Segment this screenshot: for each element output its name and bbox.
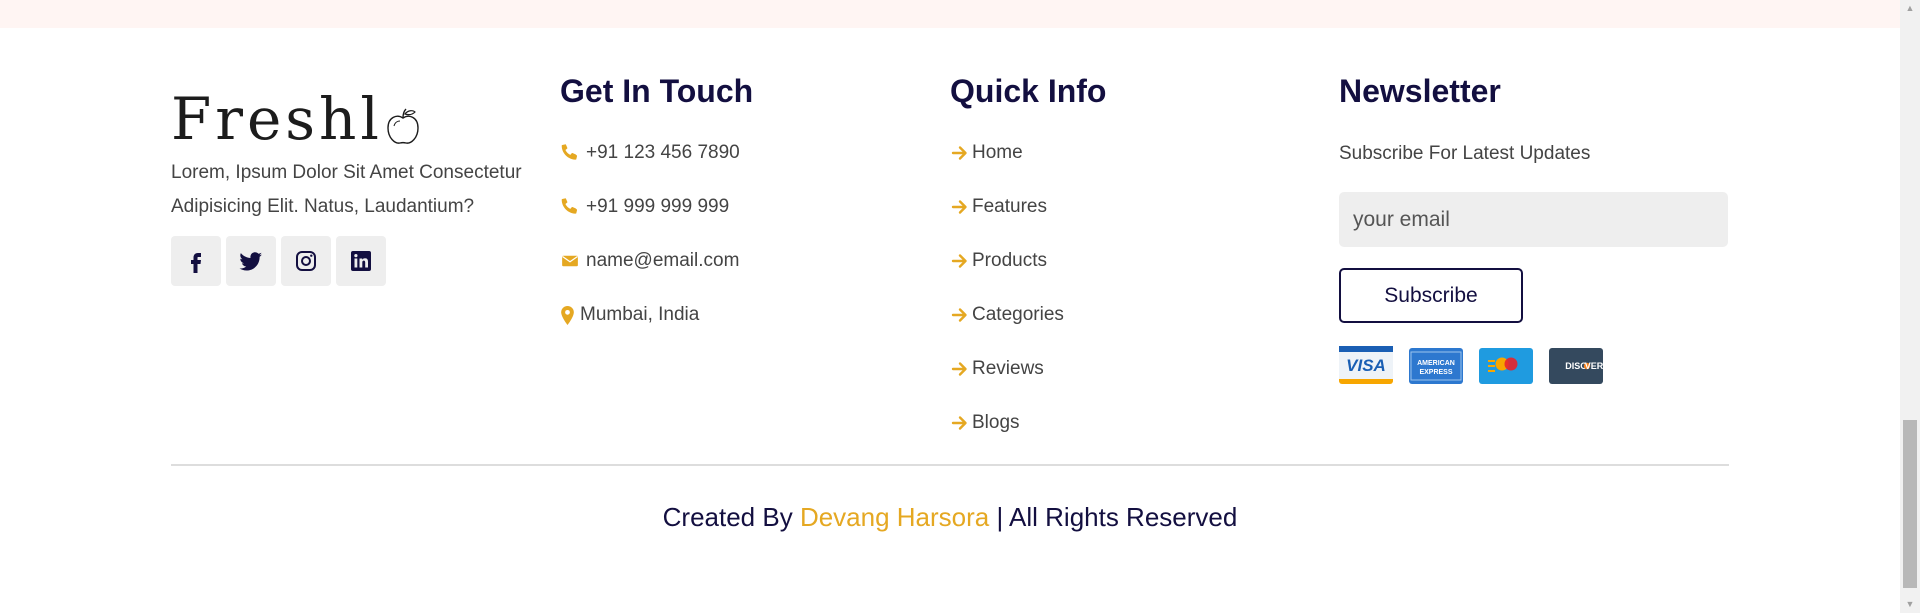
scroll-down-arrow-icon[interactable]: ▼: [1900, 596, 1920, 613]
twitter-icon: [239, 252, 262, 271]
arrow-right-icon: [951, 308, 967, 322]
linkedin-link[interactable]: [336, 236, 386, 286]
scroll-up-arrow-icon[interactable]: ▲: [1900, 0, 1920, 17]
quick-link-products[interactable]: Products: [950, 234, 1330, 288]
quick-link-label: Home: [972, 142, 1023, 163]
payment-cards: VISA AMERICAN EXPRESS DISC VER: [1339, 345, 1739, 384]
facebook-link[interactable]: [171, 236, 221, 286]
svg-text:VER: VER: [1585, 361, 1603, 371]
quick-link-label: Categories: [972, 304, 1064, 325]
newsletter-title: Newsletter: [1339, 73, 1501, 109]
footer-quick-info-column: Quick Info Home Features Products Catego…: [950, 70, 1330, 450]
brand-description: Lorem, Ipsum Dolor Sit Amet Consectetur …: [171, 162, 522, 217]
contact-phone-1[interactable]: +91 123 456 7890: [560, 126, 940, 180]
contact-phone-2[interactable]: +91 999 999 999: [560, 180, 940, 234]
footer-contact-column: Get In Touch +91 123 456 7890 +91 999 99…: [560, 70, 940, 342]
mastercard-card-icon: [1479, 348, 1533, 384]
discover-card-icon: DISC VER: [1549, 348, 1603, 384]
scrollbar-thumb[interactable]: [1903, 420, 1917, 588]
svg-text:AMERICAN: AMERICAN: [1417, 360, 1455, 367]
contact-phone-2-text: +91 999 999 999: [586, 196, 730, 217]
newsletter-subtitle: Subscribe For Latest Updates: [1339, 143, 1591, 164]
logo-text: Freshl: [171, 85, 383, 153]
previous-section-band: [0, 0, 1900, 28]
vertical-scrollbar[interactable]: ▲ ▼: [1900, 0, 1920, 613]
svg-text:EXPRESS: EXPRESS: [1419, 369, 1452, 376]
newsletter-email-input[interactable]: [1339, 192, 1728, 247]
linkedin-icon: [351, 251, 371, 271]
phone-icon: [560, 143, 580, 163]
footer-credit: Created By Devang Harsora | All Rights R…: [0, 502, 1900, 533]
contact-location[interactable]: Mumbai, India: [560, 288, 940, 342]
footer-brand-column: Freshl Lorem, Ipsum Dolor Sit Amet Conse…: [171, 70, 561, 286]
arrow-right-icon: [951, 362, 967, 376]
quick-info-links: Home Features Products Categories Review…: [950, 126, 1330, 450]
svg-text:VISA: VISA: [1346, 356, 1386, 375]
instagram-icon: [296, 251, 316, 271]
arrow-right-icon: [951, 416, 967, 430]
quick-link-blogs[interactable]: Blogs: [950, 396, 1330, 450]
subscribe-button[interactable]: Subscribe: [1339, 268, 1523, 323]
quick-info-title: Quick Info: [950, 73, 1107, 109]
contact-email[interactable]: name@email.com: [560, 234, 940, 288]
arrow-right-icon: [951, 146, 967, 160]
map-marker-icon: [560, 305, 574, 325]
contact-phone-1-text: +91 123 456 7890: [586, 142, 740, 163]
arrow-right-icon: [951, 200, 967, 214]
brand-logo[interactable]: Freshl: [171, 78, 561, 148]
envelope-icon: [560, 251, 580, 271]
amex-card-icon: AMERICAN EXPRESS: [1409, 348, 1463, 384]
visa-card-icon: VISA: [1339, 345, 1393, 384]
credit-author-link[interactable]: Devang Harsora: [800, 502, 989, 532]
contact-list: +91 123 456 7890 +91 999 999 999 name@em…: [560, 126, 940, 342]
footer-newsletter-column: Newsletter Subscribe For Latest Updates …: [1339, 70, 1739, 384]
phone-icon: [560, 197, 580, 217]
twitter-link[interactable]: [226, 236, 276, 286]
apple-icon: [387, 108, 419, 144]
contact-location-text: Mumbai, India: [580, 304, 700, 325]
quick-link-label: Blogs: [972, 412, 1020, 433]
quick-link-label: Features: [972, 196, 1047, 217]
quick-link-label: Reviews: [972, 358, 1044, 379]
footer-divider: [171, 464, 1729, 466]
credit-suffix: | All Rights Reserved: [989, 502, 1238, 532]
quick-link-features[interactable]: Features: [950, 180, 1330, 234]
credit-prefix: Created By: [662, 502, 800, 532]
arrow-right-icon: [951, 254, 967, 268]
social-links: [171, 236, 561, 286]
instagram-link[interactable]: [281, 236, 331, 286]
quick-link-reviews[interactable]: Reviews: [950, 342, 1330, 396]
quick-link-categories[interactable]: Categories: [950, 288, 1330, 342]
contact-title: Get In Touch: [560, 73, 754, 109]
facebook-icon: [191, 253, 201, 273]
quick-link-label: Products: [972, 250, 1047, 271]
contact-email-text: name@email.com: [586, 250, 740, 271]
quick-link-home[interactable]: Home: [950, 126, 1330, 180]
